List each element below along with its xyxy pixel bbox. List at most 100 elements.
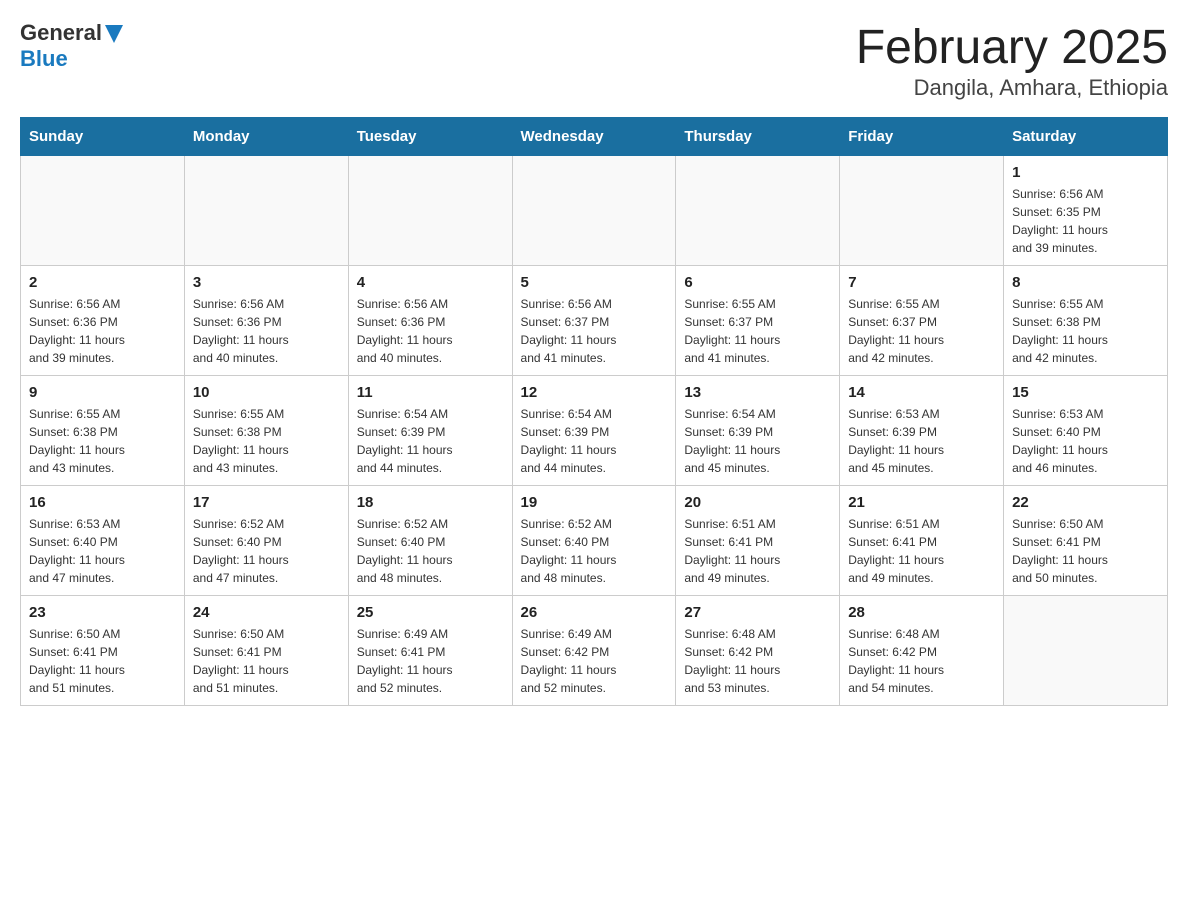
day-of-week-header: Tuesday bbox=[348, 118, 512, 156]
day-number: 5 bbox=[521, 274, 668, 291]
logo: General Blue bbox=[20, 20, 125, 72]
day-info: Sunrise: 6:50 AM Sunset: 6:41 PM Dayligh… bbox=[1012, 515, 1159, 587]
day-number: 25 bbox=[357, 604, 504, 621]
calendar-week-row: 16 Sunrise: 6:53 AM Sunset: 6:40 PM Dayli… bbox=[21, 486, 1168, 596]
calendar-day-cell: 10Sunrise: 6:55 AM Sunset: 6:38 PM Dayli… bbox=[184, 376, 348, 486]
day-info: Sunrise: 6:55 AM Sunset: 6:37 PM Dayligh… bbox=[684, 295, 831, 367]
day-info: Sunrise: 6:56 AM Sunset: 6:36 PM Dayligh… bbox=[357, 295, 504, 367]
day-info: Sunrise: 6:52 AM Sunset: 6:40 PM Dayligh… bbox=[193, 515, 340, 587]
day-info: Sunrise: 6:51 AM Sunset: 6:41 PM Dayligh… bbox=[684, 515, 831, 587]
day-number: 6 bbox=[684, 274, 831, 291]
day-info: Sunrise: 6:55 AM Sunset: 6:38 PM Dayligh… bbox=[29, 405, 176, 477]
calendar-day-cell: 7 Sunrise: 6:55 AM Sunset: 6:37 PM Daylig… bbox=[840, 266, 1004, 376]
page-subtitle: Dangila, Amhara, Ethiopia bbox=[856, 75, 1168, 101]
calendar-day-cell: 2 Sunrise: 6:56 AM Sunset: 6:36 PM Daylig… bbox=[21, 266, 185, 376]
calendar-week-row: 2 Sunrise: 6:56 AM Sunset: 6:36 PM Daylig… bbox=[21, 266, 1168, 376]
day-info: Sunrise: 6:51 AM Sunset: 6:41 PM Dayligh… bbox=[848, 515, 995, 587]
calendar-day-cell: 8 Sunrise: 6:55 AM Sunset: 6:38 PM Daylig… bbox=[1004, 266, 1168, 376]
day-number: 14 bbox=[848, 384, 995, 401]
day-number: 23 bbox=[29, 604, 176, 621]
day-info: Sunrise: 6:53 AM Sunset: 6:39 PM Dayligh… bbox=[848, 405, 995, 477]
day-info: Sunrise: 6:56 AM Sunset: 6:37 PM Dayligh… bbox=[521, 295, 668, 367]
day-info: Sunrise: 6:54 AM Sunset: 6:39 PM Dayligh… bbox=[684, 405, 831, 477]
day-number: 21 bbox=[848, 494, 995, 511]
day-number: 10 bbox=[193, 384, 340, 401]
day-of-week-header: Saturday bbox=[1004, 118, 1168, 156]
day-number: 24 bbox=[193, 604, 340, 621]
day-number: 16 bbox=[29, 494, 176, 511]
day-number: 26 bbox=[521, 604, 668, 621]
day-info: Sunrise: 6:52 AM Sunset: 6:40 PM Dayligh… bbox=[357, 515, 504, 587]
calendar-day-cell: 18 Sunrise: 6:52 AM Sunset: 6:40 PM Dayli… bbox=[348, 486, 512, 596]
day-number: 18 bbox=[357, 494, 504, 511]
day-info: Sunrise: 6:50 AM Sunset: 6:41 PM Dayligh… bbox=[193, 625, 340, 697]
calendar-day-cell: 22 Sunrise: 6:50 AM Sunset: 6:41 PM Dayli… bbox=[1004, 486, 1168, 596]
calendar-day-cell: 15 Sunrise: 6:53 AM Sunset: 6:40 PM Dayli… bbox=[1004, 376, 1168, 486]
day-number: 17 bbox=[193, 494, 340, 511]
day-number: 15 bbox=[1012, 384, 1159, 401]
page-header: General Blue February 2025 Dangila, Amha… bbox=[20, 20, 1168, 101]
day-info: Sunrise: 6:56 AM Sunset: 6:35 PM Dayligh… bbox=[1012, 185, 1159, 257]
day-info: Sunrise: 6:49 AM Sunset: 6:41 PM Dayligh… bbox=[357, 625, 504, 697]
calendar-day-cell: 5 Sunrise: 6:56 AM Sunset: 6:37 PM Daylig… bbox=[512, 266, 676, 376]
page-title: February 2025 bbox=[856, 20, 1168, 75]
day-of-week-header: Sunday bbox=[21, 118, 185, 156]
day-number: 11 bbox=[357, 384, 504, 401]
calendar-day-cell: 6 Sunrise: 6:55 AM Sunset: 6:37 PM Daylig… bbox=[676, 266, 840, 376]
calendar-day-cell: 13 Sunrise: 6:54 AM Sunset: 6:39 PM Dayli… bbox=[676, 376, 840, 486]
calendar-day-cell: 23 Sunrise: 6:50 AM Sunset: 6:41 PM Dayli… bbox=[21, 596, 185, 706]
day-info: Sunrise: 6:55 AM Sunset: 6:37 PM Dayligh… bbox=[848, 295, 995, 367]
day-number: 22 bbox=[1012, 494, 1159, 511]
calendar-day-cell bbox=[348, 156, 512, 266]
calendar-day-cell: 27 Sunrise: 6:48 AM Sunset: 6:42 PM Dayli… bbox=[676, 596, 840, 706]
day-number: 20 bbox=[684, 494, 831, 511]
calendar-day-cell: 11 Sunrise: 6:54 AM Sunset: 6:39 PM Dayli… bbox=[348, 376, 512, 486]
calendar-body: 1Sunrise: 6:56 AM Sunset: 6:35 PM Daylig… bbox=[21, 156, 1168, 706]
day-info: Sunrise: 6:52 AM Sunset: 6:40 PM Dayligh… bbox=[521, 515, 668, 587]
calendar-day-cell: 3Sunrise: 6:56 AM Sunset: 6:36 PM Daylig… bbox=[184, 266, 348, 376]
day-number: 9 bbox=[29, 384, 176, 401]
calendar-week-row: 9 Sunrise: 6:55 AM Sunset: 6:38 PM Daylig… bbox=[21, 376, 1168, 486]
logo-blue-text: Blue bbox=[20, 46, 68, 72]
day-number: 13 bbox=[684, 384, 831, 401]
day-of-week-header: Wednesday bbox=[512, 118, 676, 156]
calendar-day-cell: 20 Sunrise: 6:51 AM Sunset: 6:41 PM Dayli… bbox=[676, 486, 840, 596]
day-of-week-header: Friday bbox=[840, 118, 1004, 156]
day-number: 19 bbox=[521, 494, 668, 511]
day-info: Sunrise: 6:56 AM Sunset: 6:36 PM Dayligh… bbox=[29, 295, 176, 367]
day-info: Sunrise: 6:48 AM Sunset: 6:42 PM Dayligh… bbox=[684, 625, 831, 697]
calendar-day-cell bbox=[676, 156, 840, 266]
logo-arrow-icon bbox=[103, 23, 125, 45]
calendar-day-cell bbox=[21, 156, 185, 266]
day-info: Sunrise: 6:50 AM Sunset: 6:41 PM Dayligh… bbox=[29, 625, 176, 697]
day-number: 3 bbox=[193, 274, 340, 291]
day-number: 28 bbox=[848, 604, 995, 621]
calendar-day-cell bbox=[1004, 596, 1168, 706]
day-number: 7 bbox=[848, 274, 995, 291]
day-of-week-header: Thursday bbox=[676, 118, 840, 156]
day-number: 2 bbox=[29, 274, 176, 291]
calendar-day-cell: 9 Sunrise: 6:55 AM Sunset: 6:38 PM Daylig… bbox=[21, 376, 185, 486]
day-of-week-header: Monday bbox=[184, 118, 348, 156]
calendar-day-cell: 14 Sunrise: 6:53 AM Sunset: 6:39 PM Dayli… bbox=[840, 376, 1004, 486]
calendar-day-cell bbox=[184, 156, 348, 266]
day-info: Sunrise: 6:53 AM Sunset: 6:40 PM Dayligh… bbox=[1012, 405, 1159, 477]
calendar-day-cell: 21 Sunrise: 6:51 AM Sunset: 6:41 PM Dayli… bbox=[840, 486, 1004, 596]
calendar-day-cell bbox=[840, 156, 1004, 266]
calendar-day-cell: 24 Sunrise: 6:50 AM Sunset: 6:41 PM Dayli… bbox=[184, 596, 348, 706]
day-number: 8 bbox=[1012, 274, 1159, 291]
calendar-day-cell: 4Sunrise: 6:56 AM Sunset: 6:36 PM Daylig… bbox=[348, 266, 512, 376]
day-info: Sunrise: 6:54 AM Sunset: 6:39 PM Dayligh… bbox=[357, 405, 504, 477]
calendar-day-cell: 19 Sunrise: 6:52 AM Sunset: 6:40 PM Dayli… bbox=[512, 486, 676, 596]
calendar-day-cell: 1Sunrise: 6:56 AM Sunset: 6:35 PM Daylig… bbox=[1004, 156, 1168, 266]
calendar-day-cell: 26Sunrise: 6:49 AM Sunset: 6:42 PM Dayli… bbox=[512, 596, 676, 706]
logo-general-text: General bbox=[20, 20, 102, 46]
calendar-day-cell: 28Sunrise: 6:48 AM Sunset: 6:42 PM Dayli… bbox=[840, 596, 1004, 706]
day-number: 12 bbox=[521, 384, 668, 401]
calendar-header: SundayMondayTuesdayWednesdayThursdayFrid… bbox=[21, 118, 1168, 156]
day-info: Sunrise: 6:55 AM Sunset: 6:38 PM Dayligh… bbox=[1012, 295, 1159, 367]
day-info: Sunrise: 6:53 AM Sunset: 6:40 PM Dayligh… bbox=[29, 515, 176, 587]
day-number: 27 bbox=[684, 604, 831, 621]
day-info: Sunrise: 6:54 AM Sunset: 6:39 PM Dayligh… bbox=[521, 405, 668, 477]
calendar-table: SundayMondayTuesdayWednesdayThursdayFrid… bbox=[20, 117, 1168, 706]
